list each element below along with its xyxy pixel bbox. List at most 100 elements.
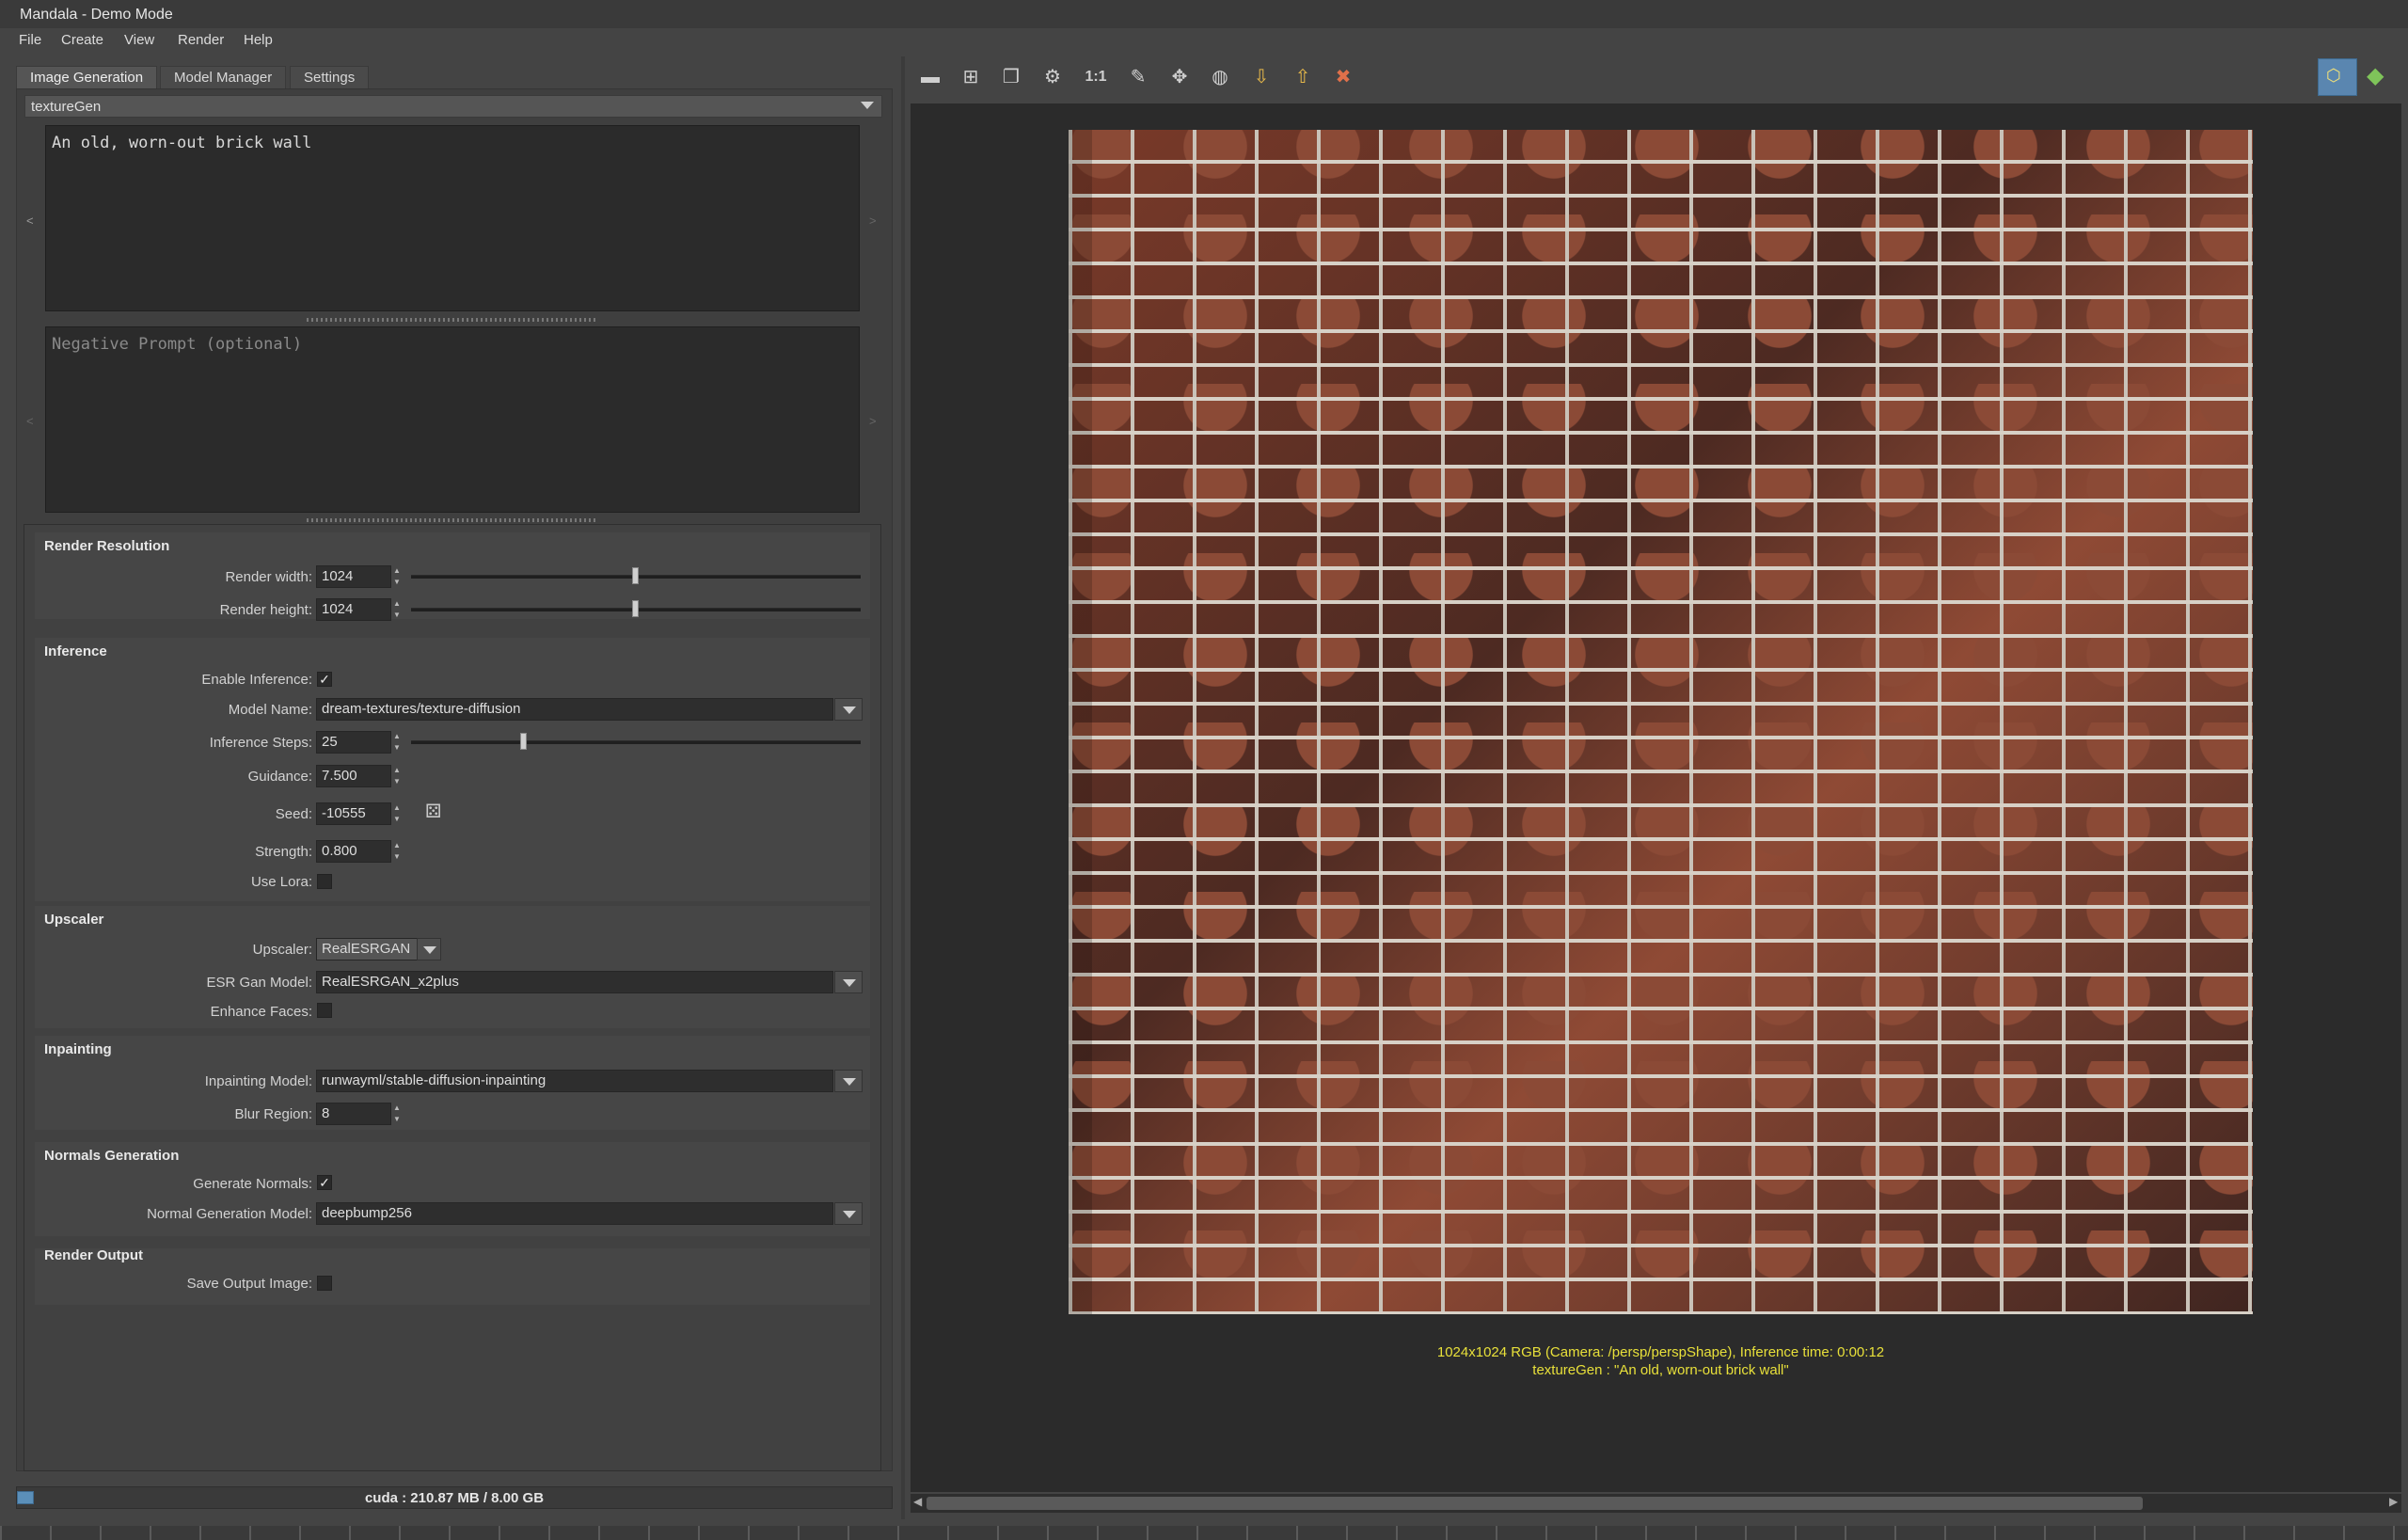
enable-inference-checkbox[interactable]: ✓ xyxy=(317,672,332,687)
guidance-stepper[interactable]: ▲ ▼ xyxy=(392,765,402,787)
strength-field[interactable]: 0.800 xyxy=(316,840,391,863)
fit-frame-icon[interactable]: ⊞ xyxy=(956,62,986,92)
caption-line-2: textureGen : "An old, worn-out brick wal… xyxy=(1532,1362,1789,1378)
section-title: Upscaler xyxy=(44,912,104,928)
seed-label: Seed: xyxy=(275,806,312,822)
render-width-stepper[interactable]: ▲ ▼ xyxy=(392,565,402,588)
chevron-down-icon[interactable] xyxy=(417,938,441,961)
chevron-left-icon[interactable]: < xyxy=(26,414,34,428)
chevron-left-icon[interactable]: < xyxy=(26,214,34,228)
section-title: Inpainting xyxy=(44,1041,112,1057)
negative-prompt-input[interactable]: Negative Prompt (optional) xyxy=(45,326,860,513)
caption-line-1: 1024x1024 RGB (Camera: /persp/perspShape… xyxy=(1436,1344,1885,1360)
inference-steps-stepper[interactable]: ▲ ▼ xyxy=(392,731,402,754)
enable-inference-label: Enable Inference: xyxy=(201,672,312,688)
status-bar: cuda : 210.87 MB / 8.00 GB xyxy=(16,1486,893,1509)
chevron-down-icon[interactable] xyxy=(834,698,863,721)
esr-gan-model-label: ESR Gan Model: xyxy=(206,975,312,991)
menu-view[interactable]: View xyxy=(124,32,154,48)
save-output-image-checkbox[interactable] xyxy=(317,1276,332,1291)
render-height-label: Render height: xyxy=(219,602,312,618)
inpainting-model-label: Inpainting Model: xyxy=(204,1073,312,1089)
enhance-faces-label: Enhance Faces: xyxy=(210,1004,312,1020)
use-lora-checkbox[interactable] xyxy=(317,874,332,889)
blur-region-field[interactable]: 8 xyxy=(316,1103,391,1125)
chevron-down-icon[interactable] xyxy=(834,971,863,993)
section-title: Inference xyxy=(44,643,107,659)
section-title: Render Resolution xyxy=(44,538,170,554)
menu-file[interactable]: File xyxy=(19,32,41,48)
render-height-field[interactable]: 1024 xyxy=(316,598,391,621)
render-width-field[interactable]: 1024 xyxy=(316,565,391,588)
tab-settings[interactable]: Settings xyxy=(290,66,370,89)
prompt-input[interactable]: An old, worn-out brick wall xyxy=(45,125,860,311)
tab-image-generation[interactable]: Image Generation xyxy=(16,66,158,89)
render-width-label: Render width: xyxy=(225,569,312,585)
checker-icon[interactable]: ✥ xyxy=(1164,62,1195,92)
dice-icon[interactable]: ⚄ xyxy=(425,800,441,823)
snapshot-settings-icon[interactable]: ⚙ xyxy=(1038,62,1068,92)
generate-normals-checkbox[interactable]: ✓ xyxy=(317,1175,332,1190)
render-width-slider-handle[interactable] xyxy=(632,567,639,584)
time-slider[interactable] xyxy=(0,1526,2408,1540)
scroll-left-icon[interactable]: ◀ xyxy=(913,1495,922,1508)
preset-label: textureGen xyxy=(31,99,102,115)
chevron-down-icon[interactable] xyxy=(834,1070,863,1092)
inference-steps-slider-track[interactable] xyxy=(411,740,861,744)
guidance-field[interactable]: 7.500 xyxy=(316,765,391,787)
upscaler-dropdown[interactable]: RealESRGAN xyxy=(316,938,420,961)
blur-region-stepper[interactable]: ▲ ▼ xyxy=(392,1103,402,1125)
inference-steps-field[interactable]: 25 xyxy=(316,731,391,754)
export-image-icon[interactable]: ⇧ xyxy=(1288,62,1318,92)
enhance-faces-checkbox[interactable] xyxy=(317,1003,332,1018)
normal-generation-model-label: Normal Generation Model: xyxy=(147,1206,312,1222)
menu-help[interactable]: Help xyxy=(244,32,273,48)
title-bar: Mandala - Demo Mode xyxy=(0,0,2408,28)
stable-diffusion-toggle[interactable]: ⬡ xyxy=(2318,58,2357,96)
render-height-slider-handle[interactable] xyxy=(632,600,639,617)
generate-normals-label: Generate Normals: xyxy=(193,1176,312,1192)
layers-icon[interactable]: ❐ xyxy=(996,62,1026,92)
film-strip-icon[interactable]: ▬ xyxy=(915,62,945,92)
inpainting-model-field[interactable]: runwayml/stable-diffusion-inpainting xyxy=(316,1070,833,1092)
cuda-indicator xyxy=(17,1491,34,1504)
horizontal-scrollbar-thumb[interactable] xyxy=(927,1497,2143,1510)
menu-create[interactable]: Create xyxy=(61,32,103,48)
preset-dropdown[interactable]: textureGen xyxy=(24,95,882,118)
cube-icon[interactable]: ◆ xyxy=(2367,62,2384,89)
prompt-resize-handle[interactable] xyxy=(307,318,598,322)
chevron-down-icon[interactable] xyxy=(834,1202,863,1225)
normal-generation-model-field[interactable]: deepbump256 xyxy=(316,1202,833,1225)
scroll-right-icon[interactable]: ▶ xyxy=(2389,1495,2398,1508)
one-to-one-button[interactable]: 1:1 xyxy=(1081,62,1111,92)
negative-prompt-resize-handle[interactable] xyxy=(307,518,598,522)
render-caption: 1024x1024 RGB (Camera: /persp/perspShape… xyxy=(1069,1343,2253,1379)
section-title: Render Output xyxy=(44,1247,143,1263)
blur-region-label: Blur Region: xyxy=(234,1106,312,1122)
model-name-field[interactable]: dream-textures/texture-diffusion xyxy=(316,698,833,721)
esr-gan-model-field[interactable]: RealESRGAN_x2plus xyxy=(316,971,833,993)
tab-model-manager[interactable]: Model Manager xyxy=(160,66,287,89)
window-title: Mandala - Demo Mode xyxy=(20,7,173,23)
menu-bar xyxy=(0,28,2408,55)
seed-stepper[interactable]: ▲ ▼ xyxy=(392,802,402,825)
sphere-icon[interactable]: ◍ xyxy=(1205,62,1235,92)
guidance-label: Guidance: xyxy=(247,769,312,785)
render-height-stepper[interactable]: ▲ ▼ xyxy=(392,598,402,621)
panel-splitter[interactable] xyxy=(901,56,905,1519)
load-image-icon[interactable]: ⇩ xyxy=(1246,62,1276,92)
chevron-right-icon[interactable]: > xyxy=(869,214,877,228)
upscaler-label: Upscaler: xyxy=(252,942,312,958)
model-name-label: Model Name: xyxy=(228,702,312,718)
edit-image-icon[interactable]: ✎ xyxy=(1123,62,1153,92)
chevron-down-icon xyxy=(861,102,874,109)
strength-stepper[interactable]: ▲ ▼ xyxy=(392,840,402,863)
sd-icon: ⬡ xyxy=(2326,66,2341,85)
inference-steps-slider-handle[interactable] xyxy=(520,733,527,750)
strength-label: Strength: xyxy=(255,844,312,860)
seed-field[interactable]: -10555 xyxy=(316,802,391,825)
menu-render[interactable]: Render xyxy=(178,32,224,48)
chevron-right-icon[interactable]: > xyxy=(869,414,877,428)
clear-image-icon[interactable]: ✖ xyxy=(1328,62,1358,92)
generated-texture-image xyxy=(1069,130,2253,1314)
